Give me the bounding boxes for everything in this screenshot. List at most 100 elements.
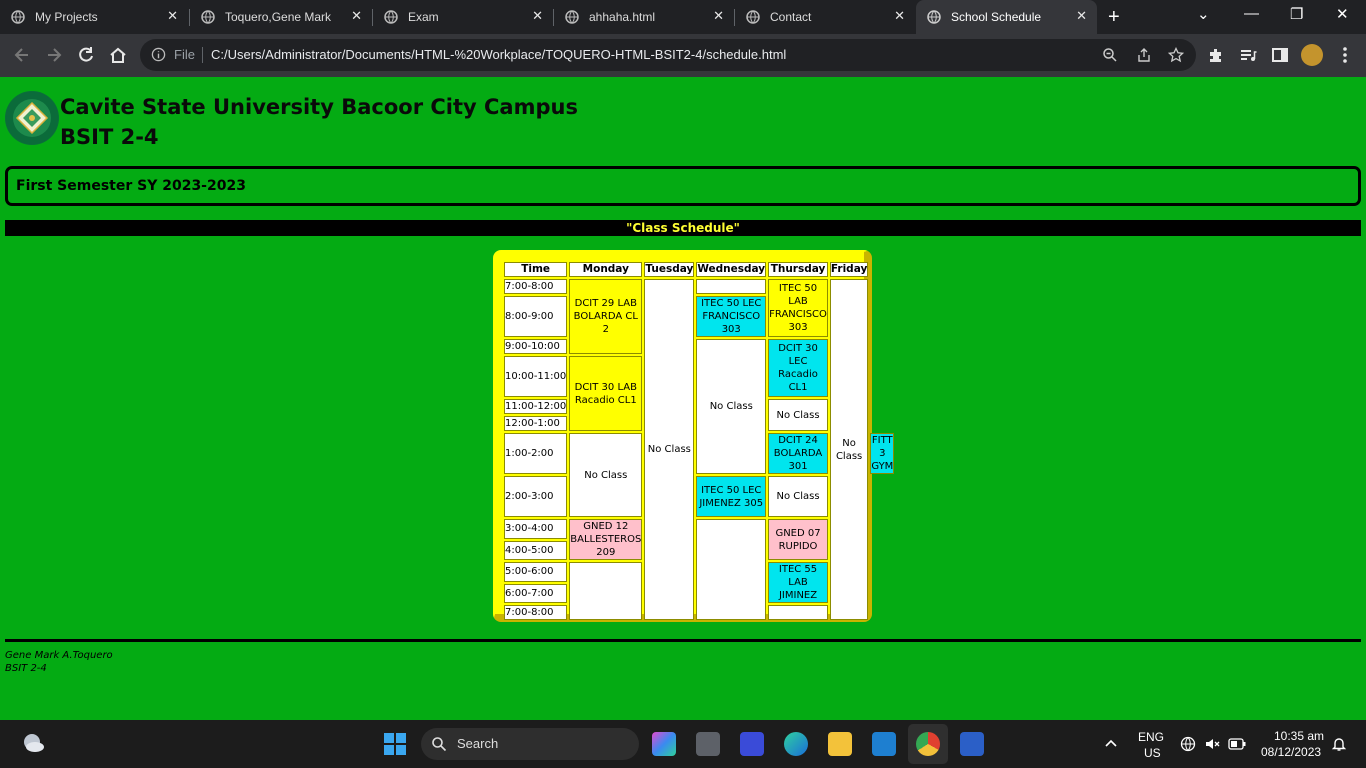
globe-icon — [927, 10, 941, 24]
header-time: Time — [504, 262, 568, 277]
chrome-icon[interactable] — [916, 732, 940, 756]
time-cell: 12:00-1:00 — [504, 416, 568, 431]
close-tab-icon[interactable]: ✕ — [1076, 8, 1087, 24]
tab-my-projects[interactable]: My Projects ✕ — [0, 0, 188, 34]
tab-contact[interactable]: Contact ✕ — [735, 0, 915, 34]
close-tab-icon[interactable]: ✕ — [894, 8, 905, 24]
header-thursday: Thursday — [768, 262, 828, 277]
menu-kebab-icon[interactable] — [1335, 45, 1355, 65]
header-monday: Monday — [569, 262, 643, 277]
close-tab-icon[interactable]: ✕ — [351, 8, 362, 24]
tab-school-schedule[interactable]: School Schedule ✕ — [916, 0, 1097, 34]
copilot-icon[interactable] — [652, 732, 676, 756]
close-tab-icon[interactable]: ✕ — [167, 8, 178, 24]
media-playlist-icon[interactable] — [1238, 45, 1258, 65]
globe-icon — [746, 10, 760, 24]
class-cell: DCIT 30 LEC Racadio CL1 — [768, 339, 828, 397]
word-icon[interactable] — [960, 732, 984, 756]
no-class-cell: No Class — [644, 279, 695, 620]
file-explorer-icon[interactable] — [828, 732, 852, 756]
seal-icon — [6, 92, 58, 144]
home-icon[interactable] — [108, 45, 128, 65]
language-label[interactable]: ENG — [1138, 730, 1164, 744]
tab-search-chevron-icon[interactable]: ⌄ — [1197, 5, 1210, 23]
bookmark-star-icon[interactable] — [1168, 47, 1184, 63]
empty-cell — [768, 605, 828, 620]
volume-muted-icon[interactable] — [1204, 736, 1220, 752]
close-window-button[interactable]: ✕ — [1336, 5, 1349, 23]
profile-avatar[interactable] — [1301, 44, 1323, 66]
new-tab-button[interactable]: + — [1108, 6, 1120, 29]
time-cell: 2:00-3:00 — [504, 476, 568, 517]
no-class-cell: No Class — [768, 399, 828, 431]
info-icon[interactable] — [151, 47, 166, 62]
clock-date[interactable]: 08/12/2023 — [1261, 745, 1321, 759]
taskbar-search-box[interactable]: Search — [421, 728, 639, 760]
windows-taskbar: Search ENG US 10:35 am 08/12/2023 — [0, 720, 1366, 768]
close-tab-icon[interactable]: ✕ — [713, 8, 724, 24]
tab-toquero[interactable]: Toquero,Gene Mark ✕ — [190, 0, 372, 34]
footer-divider — [5, 639, 1361, 642]
tab-exam[interactable]: Exam ✕ — [373, 0, 553, 34]
university-title: Cavite State University Bacoor City Camp… — [60, 95, 578, 119]
tray-chevron-up-icon[interactable] — [1104, 738, 1118, 748]
zoom-icon[interactable] — [1102, 47, 1118, 63]
weather-icon[interactable] — [20, 730, 46, 756]
url-text[interactable]: C:/Users/Administrator/Documents/HTML-%2… — [211, 47, 786, 62]
class-cell: ITEC 50 LAB FRANCISCO 303 — [768, 279, 828, 337]
tab-label: My Projects — [35, 10, 98, 24]
windows-start-icon[interactable] — [383, 732, 407, 756]
empty-cell — [696, 519, 767, 620]
time-cell: 3:00-4:00 — [504, 519, 568, 539]
class-cell: ITEC 50 LEC FRANCISCO 303 — [696, 296, 767, 337]
browser-toolbar: File C:/Users/Administrator/Documents/HT… — [0, 34, 1366, 77]
schedule-table-frame: Time Monday Tuesday Wednesday Thursday F… — [493, 250, 895, 622]
empty-cell — [569, 562, 643, 620]
schedule-table: Time Monday Tuesday Wednesday Thursday F… — [502, 260, 896, 622]
battery-icon[interactable] — [1228, 737, 1246, 751]
time-cell: 8:00-9:00 — [504, 296, 568, 337]
time-cell: 1:00-2:00 — [504, 433, 568, 474]
web-page: Cavite State University Bacoor City Camp… — [0, 77, 1366, 720]
time-cell: 5:00-6:00 — [504, 562, 568, 582]
class-cell: DCIT 29 LAB BOLARDA CL 2 — [569, 279, 643, 354]
class-cell: ITEC 50 LEC JIMENEZ 305 — [696, 476, 767, 517]
tab-ahhaha[interactable]: ahhaha.html ✕ — [554, 0, 734, 34]
share-icon[interactable] — [1136, 47, 1152, 63]
close-tab-icon[interactable]: ✕ — [532, 8, 543, 24]
forward-icon[interactable] — [44, 45, 64, 65]
table-row: 7:00-8:00 DCIT 29 LAB BOLARDA CL 2 No Cl… — [504, 279, 894, 620]
semester-box: First Semester SY 2023-2023 — [5, 166, 1361, 206]
no-class-cell: No Class — [696, 339, 767, 474]
time-cell: 11:00-12:00 — [504, 399, 568, 414]
notification-bell-icon[interactable] — [1331, 736, 1347, 752]
reload-icon[interactable] — [76, 45, 96, 65]
back-icon[interactable] — [12, 45, 32, 65]
extensions-icon[interactable] — [1206, 45, 1226, 65]
footer-author: Gene Mark A.Toquero — [5, 650, 113, 661]
globe-icon — [565, 10, 579, 24]
schedule-heading: "Class Schedule" — [5, 220, 1361, 236]
class-cell: FITT 3 GYM — [870, 433, 895, 474]
tab-label: Toquero,Gene Mark — [225, 10, 332, 24]
network-globe-icon[interactable] — [1180, 736, 1196, 752]
footer-section: BSIT 2-4 — [5, 663, 47, 674]
address-bar[interactable]: File C:/Users/Administrator/Documents/HT… — [140, 39, 1196, 71]
restore-button[interactable]: ❐ — [1290, 5, 1303, 23]
time-cell: 10:00-11:00 — [504, 356, 568, 397]
side-panel-icon[interactable] — [1270, 45, 1290, 65]
search-label: Search — [457, 736, 499, 751]
visual-studio-icon[interactable] — [740, 732, 764, 756]
region-label[interactable]: US — [1144, 746, 1161, 760]
edge-icon[interactable] — [784, 732, 808, 756]
minimize-button[interactable]: — — [1244, 5, 1259, 22]
vscode-icon[interactable] — [872, 732, 896, 756]
class-cell: GNED 12 BALLESTEROS 209 — [569, 519, 643, 560]
empty-cell — [696, 279, 767, 294]
globe-icon — [201, 10, 215, 24]
clock-time[interactable]: 10:35 am — [1274, 729, 1324, 743]
time-cell: 7:00-8:00 — [504, 279, 568, 294]
task-view-icon[interactable] — [696, 732, 720, 756]
scheme-label: File — [174, 47, 195, 62]
tab-label: ahhaha.html — [589, 10, 656, 24]
